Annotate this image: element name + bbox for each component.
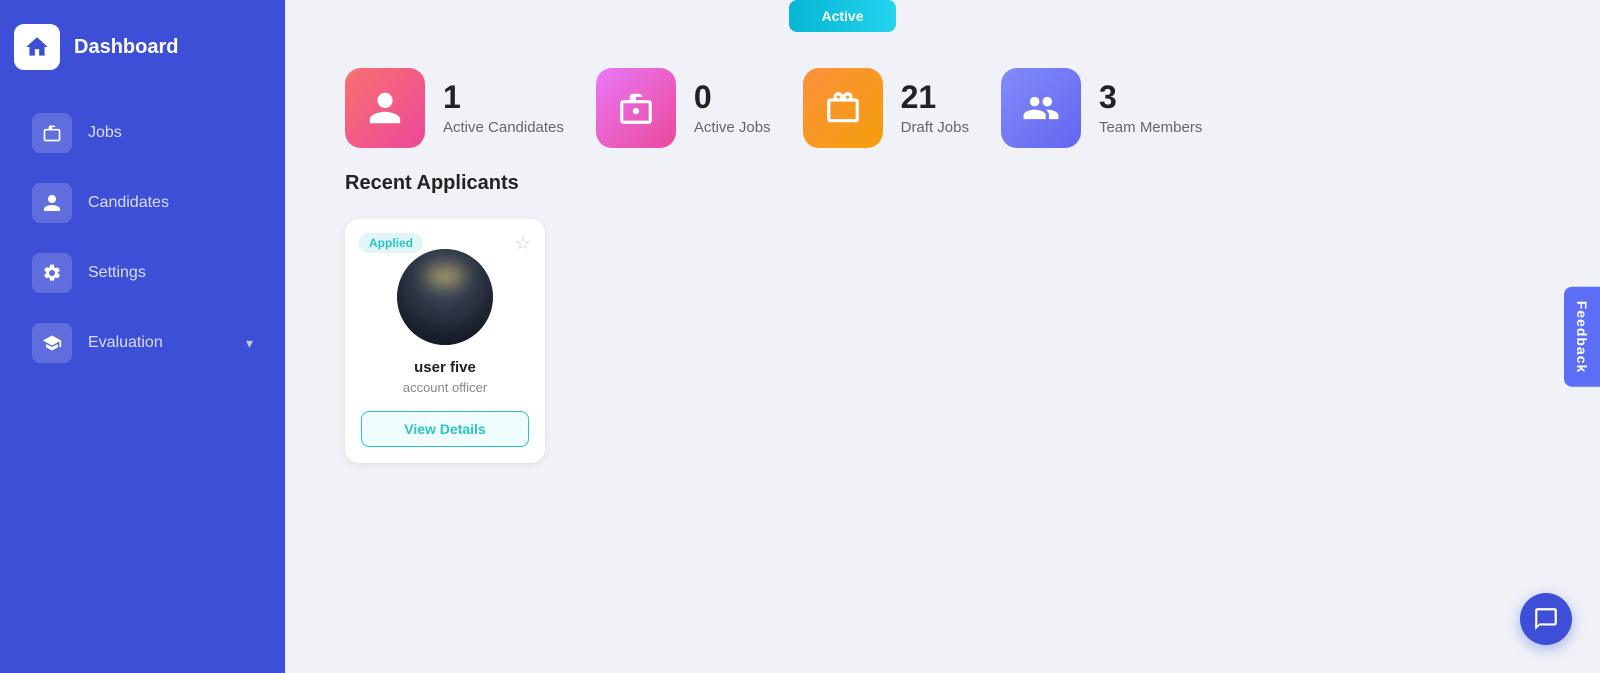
- applicants-list: Applied ☆ user five account officer View…: [345, 219, 1540, 463]
- team-members-number: 3: [1099, 80, 1202, 115]
- recent-applicants-section: Recent Applicants Applied ☆ user five ac…: [285, 172, 1600, 493]
- user-icon: [42, 193, 62, 213]
- active-jobs-icon-box: [596, 68, 676, 148]
- avatar-image: [397, 249, 493, 345]
- sidebar-item-settings[interactable]: Settings: [14, 240, 271, 306]
- active-candidates-number: 1: [443, 80, 564, 115]
- applicant-badge: Applied: [359, 233, 423, 253]
- avatar-light: [425, 266, 465, 286]
- active-candidates-label: Active Candidates: [443, 119, 564, 136]
- draft-jobs-label: Draft Jobs: [901, 119, 969, 136]
- graduation-icon: [42, 333, 62, 353]
- settings-icon-box: [32, 253, 72, 293]
- star-icon[interactable]: ☆: [515, 233, 531, 254]
- chat-icon: [1533, 606, 1559, 632]
- evaluation-icon-box: [32, 323, 72, 363]
- gear-icon: [42, 263, 62, 283]
- sidebar-header: Dashboard: [0, 10, 285, 90]
- recent-applicants-title: Recent Applicants: [345, 172, 1540, 195]
- jobs-icon-box: [32, 113, 72, 153]
- draft-jobs-number: 21: [901, 80, 969, 115]
- stat-card-team-members: 3 Team Members: [1001, 68, 1202, 148]
- briefcase-icon: [42, 123, 62, 143]
- applicant-card-user-five: Applied ☆ user five account officer View…: [345, 219, 545, 463]
- active-jobs-info: 0 Active Jobs: [694, 80, 771, 136]
- draft-jobs-info: 21 Draft Jobs: [901, 80, 969, 136]
- topnav-partial: Active: [285, 0, 1600, 38]
- team-members-icon-box: [1001, 68, 1081, 148]
- sidebar-item-evaluation-label: Evaluation: [88, 334, 230, 352]
- briefcase-icon-2: [617, 89, 655, 127]
- active-jobs-number: 0: [694, 80, 771, 115]
- applicant-name: user five: [414, 359, 476, 376]
- sidebar-title: Dashboard: [74, 36, 178, 59]
- active-jobs-label: Active Jobs: [694, 119, 771, 136]
- sidebar-item-jobs[interactable]: Jobs: [14, 100, 271, 166]
- applicant-avatar: [397, 249, 493, 345]
- sidebar-item-evaluation[interactable]: Evaluation ▾: [14, 310, 271, 376]
- active-candidates-info: 1 Active Candidates: [443, 80, 564, 136]
- sidebar-logo-box: [14, 24, 60, 70]
- chevron-down-icon: ▾: [246, 335, 253, 352]
- sidebar-item-candidates[interactable]: Candidates: [14, 170, 271, 236]
- team-members-info: 3 Team Members: [1099, 80, 1202, 136]
- stat-card-active-candidates: 1 Active Candidates: [345, 68, 564, 148]
- candidates-icon-box: [32, 183, 72, 223]
- sidebar-item-candidates-label: Candidates: [88, 194, 253, 212]
- main-content: Active 1 Active Candidates 0: [285, 0, 1600, 673]
- active-candidates-icon-box: [345, 68, 425, 148]
- view-details-button[interactable]: View Details: [361, 411, 529, 447]
- stat-card-active-jobs: 0 Active Jobs: [596, 68, 771, 148]
- applicant-role: account officer: [403, 380, 487, 395]
- chat-button[interactable]: [1520, 593, 1572, 645]
- stat-card-draft-jobs: 21 Draft Jobs: [803, 68, 969, 148]
- briefcase-icon-3: [824, 89, 862, 127]
- team-icon: [1022, 89, 1060, 127]
- sidebar: Dashboard Jobs Candidates: [0, 0, 285, 673]
- person-icon: [366, 89, 404, 127]
- topnav-active-btn[interactable]: Active: [789, 0, 895, 32]
- sidebar-nav: Jobs Candidates Settings: [0, 90, 285, 386]
- stats-section: 1 Active Candidates 0 Active Jobs: [285, 38, 1600, 172]
- sidebar-item-jobs-label: Jobs: [88, 124, 253, 142]
- draft-jobs-icon-box: [803, 68, 883, 148]
- feedback-tab[interactable]: Feedback: [1564, 286, 1600, 387]
- team-members-label: Team Members: [1099, 119, 1202, 136]
- home-icon: [24, 34, 50, 60]
- sidebar-item-settings-label: Settings: [88, 264, 253, 282]
